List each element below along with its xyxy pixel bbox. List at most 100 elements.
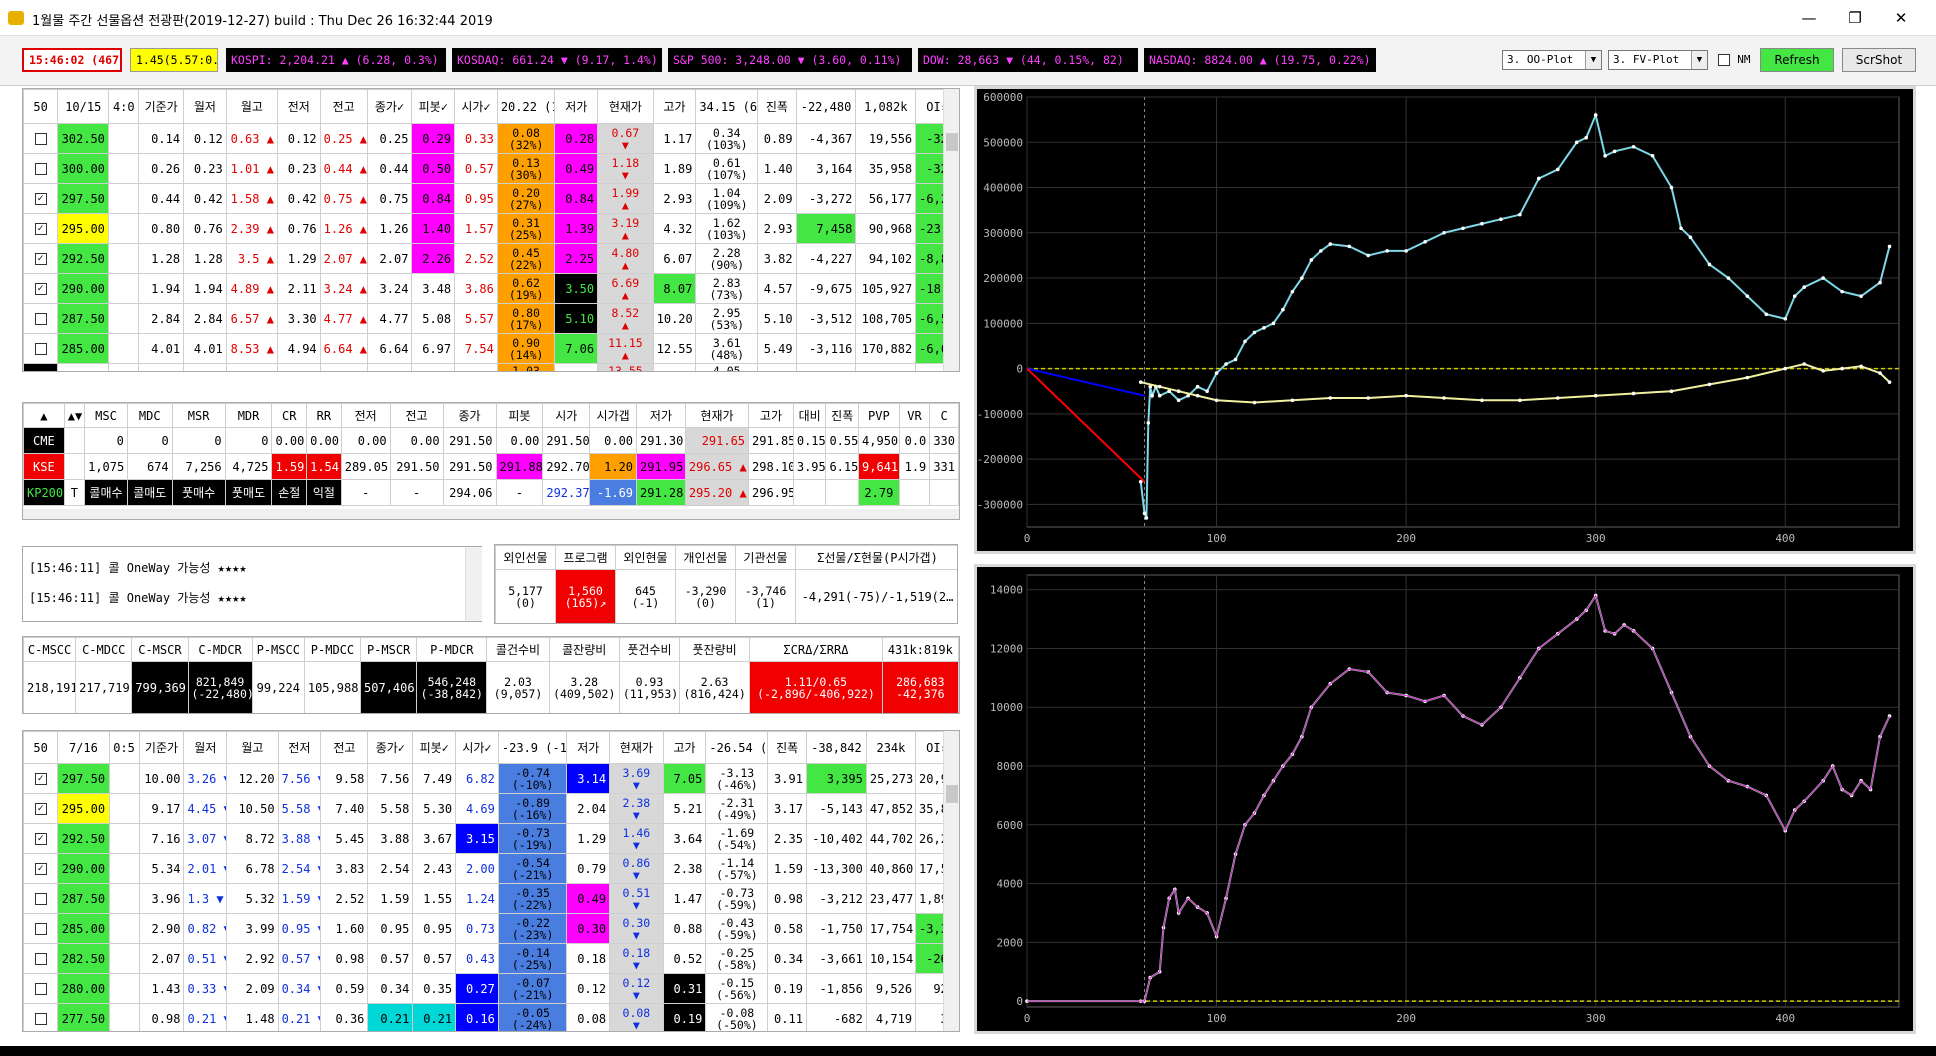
checkbox-icon[interactable]: ✓ [34,193,47,205]
futures-order-button[interactable]: 풋매수 [171,479,226,506]
put-select-checkbox[interactable] [23,973,59,1004]
put-prev-high: 1.60 [320,913,369,944]
data-point [1150,393,1154,398]
checkbox-icon[interactable] [34,893,47,905]
put-low: 0.12 [566,973,611,1004]
data-point [1537,176,1541,181]
call-row: ✓ 297.50 0.44 0.42 1.58 ▲ 0.42 0.75 ▲ 0.75 0.84 0… [23,183,959,214]
call-select-checkbox[interactable]: ✓ [23,273,59,304]
call-select-checkbox[interactable] [23,123,59,154]
call-pivot: 1.40 [411,213,456,244]
put-select-checkbox[interactable] [23,913,59,944]
put-close: 0.34 [367,973,414,1004]
put-month-high: 10.50 [226,793,279,824]
put-change: -0.74 (-10%) [497,763,568,794]
put-range-value: -1.14 [719,855,755,870]
message-scrollbar[interactable] [465,547,482,621]
ms-header: C-MSCC [23,637,77,662]
checkbox-icon[interactable] [34,313,47,325]
put-month-low: 1.3 ▼ [183,883,228,914]
checkbox-icon[interactable]: ✓ [34,833,47,845]
call-select-checkbox[interactable] [23,303,59,334]
close-button[interactable]: ✕ [1878,4,1924,32]
futures-order-button[interactable]: 익절 [306,479,342,506]
ms-header: C-MDCC [75,637,133,662]
call-open: 5.57 [454,303,498,334]
call-month-low: 0.12 [183,123,227,154]
checkbox-icon[interactable]: ✓ [34,863,47,875]
title-bar: 1월물 주간 선물옵션 전광판(2019-12-27) build : Thu … [0,0,1936,36]
x-tick-label: 200 [1396,1012,1416,1025]
minimize-button[interactable]: — [1786,4,1832,32]
call-table-scrollbar[interactable] [943,89,959,371]
call-select-checkbox[interactable] [23,333,59,364]
put-select-checkbox[interactable]: ✓ [23,823,59,854]
call-high: 2.93 [652,183,697,214]
call-cell [225,363,278,371]
investor-value-sub: (0) [515,595,536,610]
call-current-value: 0.67 [611,125,640,140]
y-tick-label: 8000 [997,760,1024,773]
scroll-thumb[interactable] [946,785,958,803]
put-change-sub: (-24%) [511,1017,554,1032]
call-base: 1.28 [138,243,185,274]
checkbox-icon[interactable]: ✓ [34,253,47,265]
plot2-select[interactable]: 3. FV-Plot ▼ [1608,50,1708,70]
call-select-checkbox[interactable]: ✓ [23,183,59,214]
futures-order-button[interactable]: 콜매도 [126,479,173,506]
data-point [1252,330,1257,335]
futures-vr: 1.9 [898,453,931,480]
nm-checkbox[interactable]: NM [1718,52,1750,66]
plot1-select[interactable]: 3. OO-Plot ▼ [1502,50,1602,70]
call-prev-low: 4.94 [276,333,321,364]
put-select-checkbox[interactable]: ✓ [23,763,59,794]
checkbox-icon[interactable]: ✓ [34,283,47,295]
call-range-value: 2.83 [712,275,741,290]
checkbox-icon[interactable] [34,1013,47,1025]
futures-order-button[interactable]: 손절 [271,479,308,506]
call-select-checkbox[interactable] [23,153,59,184]
futures-order-button[interactable]: 풋매도 [224,479,273,506]
call-month-low: 2.84 [183,303,227,334]
call-select-checkbox[interactable]: ✓ [23,243,59,274]
call-select-checkbox[interactable]: ✓ [23,213,59,244]
call-header: 저가 [554,89,599,124]
maximize-button[interactable]: ❐ [1832,4,1878,32]
put-table-scrollbar[interactable] [943,731,959,1031]
put-select-checkbox[interactable]: ✓ [23,793,59,824]
ms-header: 콜건수비 [486,637,550,662]
checkbox-icon[interactable] [34,923,47,935]
put-select-checkbox[interactable]: ✓ [23,853,59,884]
scroll-thumb[interactable] [946,133,958,151]
scrshot-button[interactable]: ScrShot [1842,48,1916,72]
call-close: 2.07 [366,243,413,274]
put-select-checkbox[interactable] [23,1003,59,1031]
checkbox-icon[interactable] [34,343,47,355]
put-select-checkbox[interactable] [23,883,59,914]
put-base: 3.96 [138,883,185,914]
futures-header: MSC [84,403,128,428]
futures-order-button[interactable]: 콜매수 [84,479,128,506]
put-header: 종가✓ [367,731,414,764]
call-strike: 300.00 [57,153,110,184]
checkbox-icon[interactable]: ✓ [34,803,47,815]
refresh-button[interactable]: Refresh [1760,48,1834,72]
put-select-checkbox[interactable] [23,943,59,974]
put-prev-low: 1.59 ▼ [277,883,322,914]
checkbox-icon[interactable] [34,983,47,995]
checkbox-icon[interactable]: ✓ [34,223,47,235]
checkbox-icon[interactable] [34,133,47,145]
investor-value: -3,290 (0) [675,569,736,623]
x-tick-label: 200 [1396,532,1416,545]
put-change: -0.22 (-23%) [497,913,568,944]
futures-msc: 0 [84,427,128,454]
futures-table-hscrollbar[interactable] [23,509,959,519]
call-volume: 94,102 [855,243,917,274]
put-blank [108,1003,140,1031]
call-high: 10.20 [652,303,697,334]
checkbox-icon[interactable]: ✓ [34,773,47,785]
checkbox-icon[interactable] [34,163,47,175]
put-change-value: -0.89 [515,795,550,810]
call-row: 302.50 0.14 0.12 0.63 ▲ 0.12 0.25 ▲ 0.25 0.29 0.… [23,123,959,154]
checkbox-icon[interactable] [34,953,47,965]
